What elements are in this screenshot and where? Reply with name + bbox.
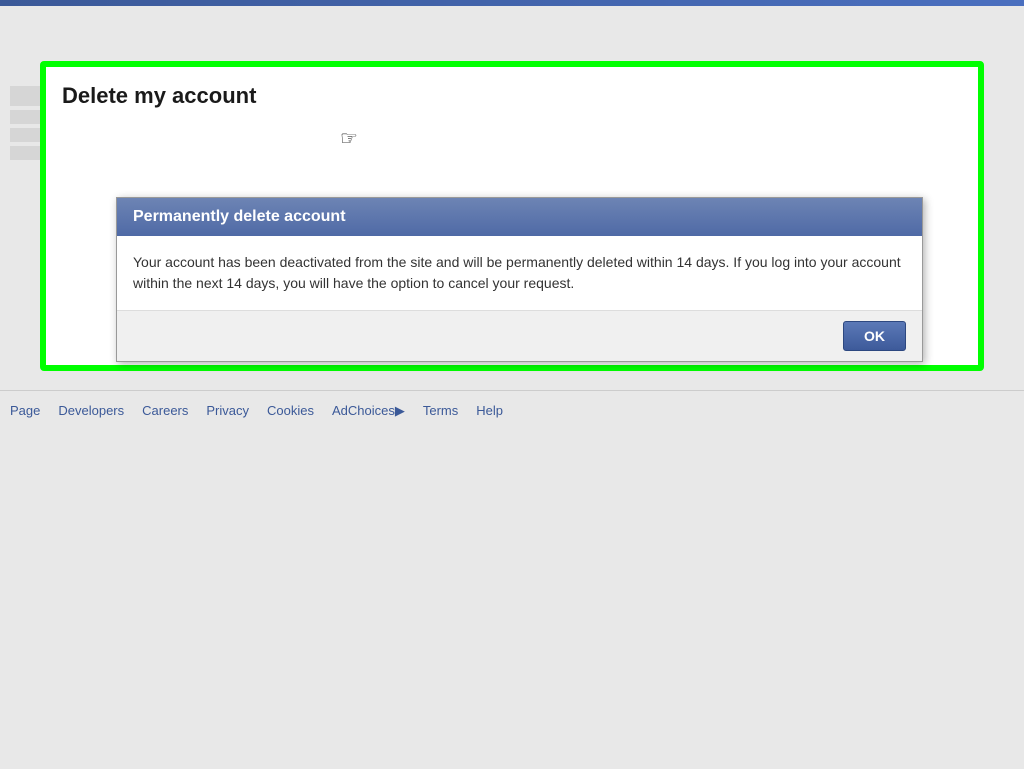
footer-link-help[interactable]: Help	[476, 403, 503, 418]
footer-link-privacy[interactable]: Privacy	[206, 403, 249, 418]
page-title: Delete my account	[62, 83, 962, 109]
highlight-box: Delete my account Permanently delete acc…	[40, 61, 984, 371]
modal-header-title: Permanently delete account	[133, 208, 346, 225]
footer-link-developers[interactable]: Developers	[58, 403, 124, 418]
footer-link-page[interactable]: Page	[10, 403, 40, 418]
modal-dialog: Permanently delete account Your account …	[116, 197, 923, 362]
ok-button[interactable]: OK	[843, 321, 906, 351]
modal-header: Permanently delete account	[117, 198, 922, 236]
footer: Page Developers Careers Privacy Cookies …	[0, 390, 1024, 430]
modal-body-text: Your account has been deactivated from t…	[133, 252, 906, 294]
footer-link-terms[interactable]: Terms	[423, 403, 458, 418]
footer-link-cookies[interactable]: Cookies	[267, 403, 314, 418]
page-content: Delete my account Permanently delete acc…	[0, 6, 1024, 769]
footer-link-careers[interactable]: Careers	[142, 403, 188, 418]
footer-link-adchoices[interactable]: AdChoices▶	[332, 403, 405, 419]
modal-body: Your account has been deactivated from t…	[117, 236, 922, 310]
modal-footer: OK	[117, 310, 922, 361]
